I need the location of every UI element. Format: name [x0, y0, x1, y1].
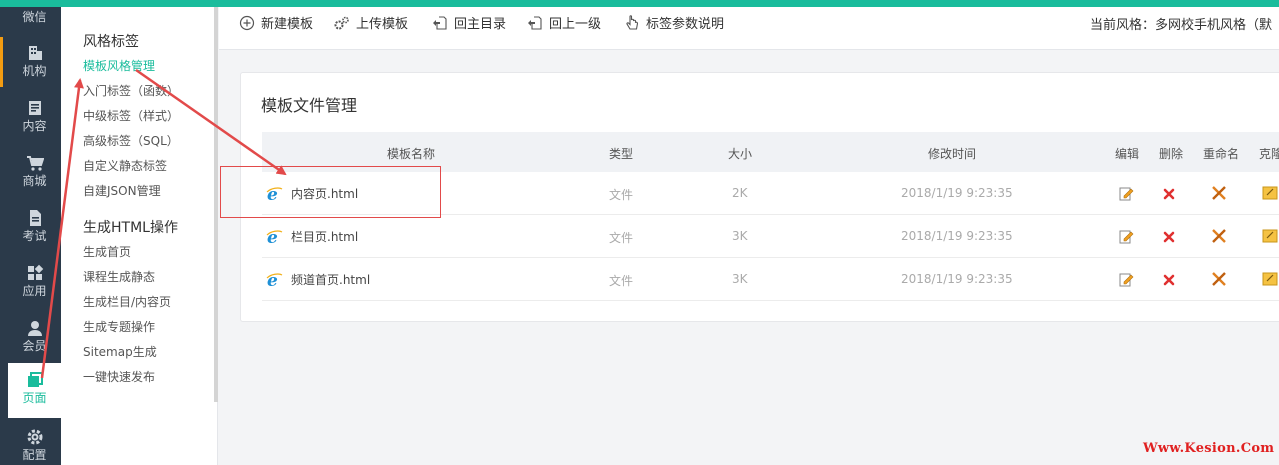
file-icon — [29, 210, 41, 226]
hand-pointer-icon — [626, 14, 639, 30]
col-header-name: 模板名称 — [387, 147, 436, 161]
rail-item-org[interactable]: 机构 — [8, 36, 61, 91]
delete-icon[interactable] — [1161, 186, 1177, 202]
rail-item-wechat[interactable]: 微信 — [8, 7, 61, 33]
back-root-button[interactable]: 回主目录 — [432, 13, 506, 32]
col-header-size: 大小 — [728, 147, 753, 161]
row-size: 3K — [732, 229, 748, 243]
annotation-highlight-box — [220, 166, 441, 218]
sub-link-sitemap[interactable]: Sitemap生成 — [83, 343, 157, 360]
return-up-icon — [528, 15, 542, 30]
sub-link-template-style[interactable]: 模板风格管理 — [83, 57, 155, 74]
new-template-button[interactable]: 新建模板 — [239, 13, 313, 32]
row-name-cell[interactable]: e 频道首页.html — [266, 271, 370, 288]
rail-item-members[interactable]: 会员 — [8, 311, 61, 366]
row-modified: 2018/1/19 9:23:35 — [901, 229, 1013, 243]
row-size: 2K — [732, 186, 748, 200]
sub-link-gen-topic[interactable]: 生成专题操作 — [83, 318, 155, 335]
rail-item-label: 会员 — [22, 339, 47, 353]
return-icon — [433, 15, 447, 30]
grid-icon — [27, 264, 43, 280]
sub-link-mid-tags[interactable]: 中级标签（样式） — [83, 107, 179, 124]
sub-link-gen-home[interactable]: 生成首页 — [83, 243, 131, 260]
building-icon — [28, 46, 42, 60]
top-accent-bar — [0, 0, 1279, 7]
rail-item-pages[interactable]: 页面 — [8, 363, 61, 418]
section-title-generate-html: 生成HTML操作 — [83, 220, 178, 236]
rail-item-label: 商城 — [22, 174, 47, 188]
row-modified: 2018/1/19 9:23:35 — [901, 272, 1013, 286]
ie-browser-icon: e — [266, 271, 283, 288]
col-header-rename: 重命名 — [1203, 147, 1240, 161]
col-header-edit: 编辑 — [1115, 147, 1140, 161]
clone-icon[interactable] — [1262, 228, 1278, 244]
sub-nav-scrollbar[interactable] — [214, 7, 218, 402]
sub-link-basic-tags[interactable]: 入门标签（函数） — [83, 82, 179, 99]
sub-link-quick-publish[interactable]: 一键快速发布 — [83, 368, 155, 385]
row-type: 文件 — [609, 231, 634, 245]
gears-icon — [334, 16, 349, 29]
edit-icon[interactable] — [1118, 271, 1134, 287]
rail-item-label: 微信 — [22, 10, 47, 24]
back-up-button[interactable]: 回上一级 — [527, 13, 601, 32]
back-up-label: 回上一级 — [549, 17, 602, 32]
pages-icon — [27, 372, 43, 387]
file-name: 栏目页.html — [291, 230, 359, 244]
col-header-modified: 修改时间 — [928, 147, 977, 161]
rail-accent-strip — [0, 37, 3, 87]
ie-browser-icon: e — [266, 228, 283, 245]
tag-help-label: 标签参数说明 — [646, 17, 725, 32]
rail-item-apps[interactable]: 应用 — [8, 256, 61, 311]
rail-item-label: 机构 — [22, 64, 47, 78]
sub-link-json[interactable]: 自建JSON管理 — [83, 182, 161, 199]
rename-tools-icon[interactable] — [1211, 228, 1227, 244]
row-type: 文件 — [609, 274, 634, 288]
row-name-cell[interactable]: e 栏目页.html — [266, 228, 358, 245]
col-header-clone: 克隆 — [1259, 147, 1279, 161]
upload-template-button[interactable]: 上传模板 — [334, 13, 408, 32]
clone-icon[interactable] — [1262, 271, 1278, 287]
sub-link-adv-tags[interactable]: 高级标签（SQL） — [83, 132, 179, 149]
rail-item-mall[interactable]: 商城 — [8, 146, 61, 201]
sub-link-gen-course[interactable]: 课程生成静态 — [83, 268, 155, 285]
file-name: 频道首页.html — [291, 273, 371, 287]
clone-icon[interactable] — [1262, 185, 1278, 201]
row-type: 文件 — [609, 188, 634, 202]
rail-item-label: 考试 — [22, 229, 47, 243]
rail-item-label: 应用 — [22, 284, 47, 298]
sub-link-gen-column[interactable]: 生成栏目/内容页 — [83, 293, 171, 310]
panel-title: 模板文件管理 — [261, 96, 358, 115]
rename-tools-icon[interactable] — [1211, 185, 1227, 201]
rail-item-exam[interactable]: 考试 — [8, 201, 61, 256]
sub-link-static-tags[interactable]: 自定义静态标签 — [83, 157, 167, 174]
edit-icon[interactable] — [1118, 228, 1134, 244]
tag-help-button[interactable]: 标签参数说明 — [624, 13, 724, 32]
row-modified: 2018/1/19 9:23:35 — [901, 186, 1013, 200]
rail-item-content[interactable]: 内容 — [8, 91, 61, 146]
row-size: 3K — [732, 272, 748, 286]
upload-template-label: 上传模板 — [356, 17, 409, 32]
current-style-text: 当前风格：多网校手机风格（默 — [1090, 18, 1273, 33]
document-icon — [28, 101, 41, 115]
delete-icon[interactable] — [1161, 229, 1177, 245]
section-title-style-tags: 风格标签 — [83, 34, 139, 50]
rename-tools-icon[interactable] — [1211, 271, 1227, 287]
cart-icon — [26, 156, 44, 171]
rail-item-label: 内容 — [22, 119, 47, 133]
back-root-label: 回主目录 — [454, 17, 507, 32]
gear-icon — [27, 429, 42, 445]
new-template-label: 新建模板 — [261, 17, 314, 32]
col-header-delete: 删除 — [1159, 147, 1184, 161]
col-header-type: 类型 — [609, 147, 634, 161]
delete-icon[interactable] — [1161, 272, 1177, 288]
rail-item-config[interactable]: 配置 — [8, 420, 61, 465]
watermark-text: Www.Kesion.Com — [1143, 441, 1275, 456]
edit-icon[interactable] — [1118, 185, 1134, 201]
user-icon — [27, 321, 42, 336]
rail-item-label: 页面 — [22, 391, 47, 405]
plus-circle-icon — [239, 15, 255, 30]
rail-item-label: 配置 — [22, 448, 47, 462]
